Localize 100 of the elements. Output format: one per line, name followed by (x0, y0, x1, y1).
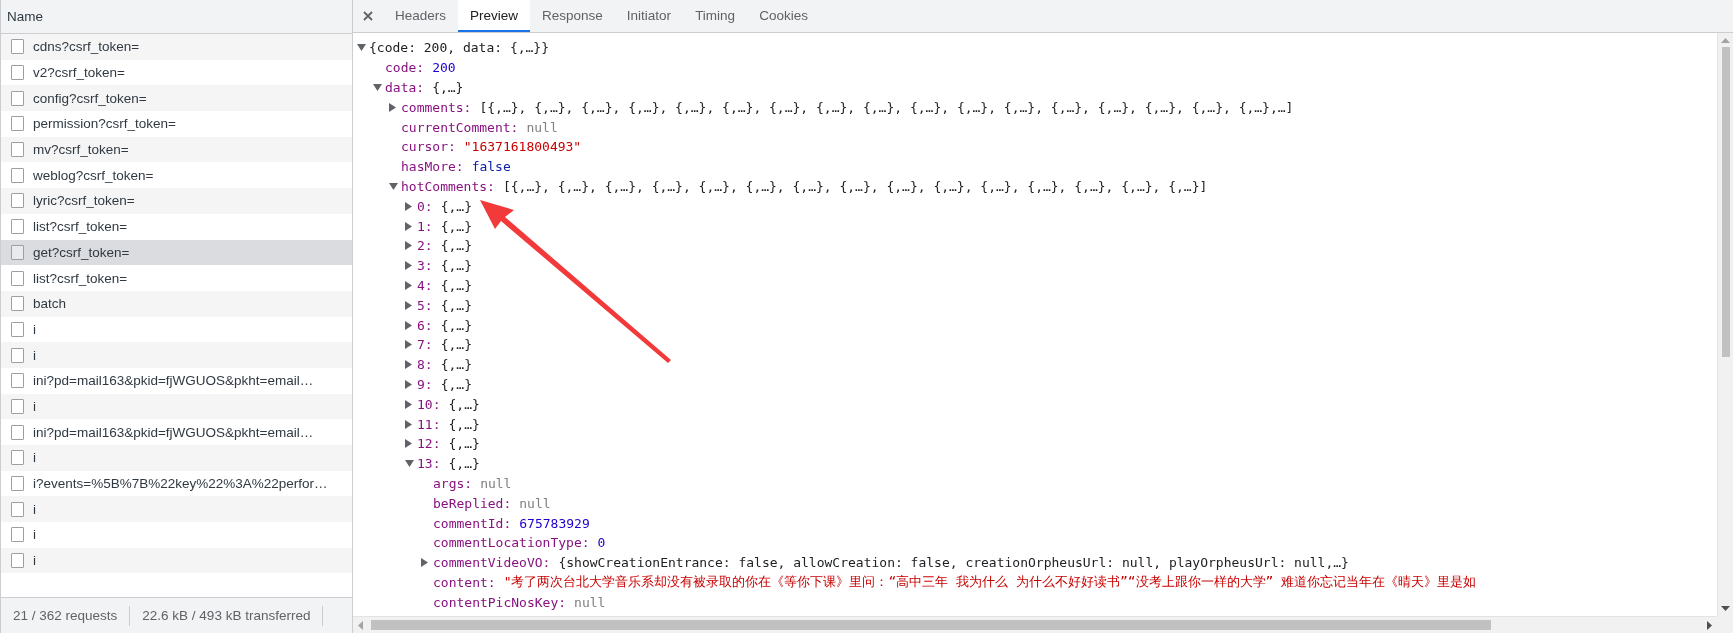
property-key: 1: (417, 218, 433, 234)
request-name: v2?csrf_token= (33, 65, 125, 81)
property-value: {,…} (448, 416, 480, 432)
request-name: i?events=%5B%7B%22key%22%3A%22perfor… (33, 476, 328, 492)
property-value: {,…} (440, 357, 472, 373)
request-row[interactable]: cdns?csrf_token= (1, 34, 352, 60)
property-value: {,…} (440, 277, 472, 293)
request-name: list?csrf_token= (33, 270, 128, 286)
square-icon (11, 39, 24, 55)
scroll-down-arrow-icon[interactable] (1721, 606, 1730, 611)
request-row[interactable]: i (1, 496, 352, 523)
property-key: hasMore: (401, 159, 464, 175)
collapsed-triangle-icon[interactable] (389, 102, 396, 112)
request-name: i (33, 321, 36, 337)
property-value: {,…} (440, 317, 472, 333)
request-row[interactable]: mv?csrf_token= (1, 136, 352, 163)
tab[interactable]: Preview (458, 0, 531, 32)
request-row[interactable]: config?csrf_token= (1, 85, 352, 112)
expanded-triangle-icon[interactable] (373, 84, 382, 91)
request-row[interactable]: lyric?csrf_token= (1, 188, 352, 214)
square-icon (11, 527, 24, 543)
property-value: [{,…}, {,…}, {,…}, {,…}, {,…}, {,…}, {,…}, {,…}, {,…}, {,…}, {,…}, {,…}, {,…}, {,…}, {,…}] (502, 178, 1208, 194)
property-key: 9: (417, 376, 433, 392)
square-icon (11, 347, 24, 363)
request-row[interactable]: i (1, 393, 352, 420)
close-icon[interactable] (363, 11, 373, 21)
property-value: null (519, 495, 551, 511)
expanded-triangle-icon[interactable] (389, 182, 398, 190)
request-row[interactable]: get?csrf_token= (1, 239, 352, 266)
square-icon (11, 296, 24, 312)
property-key: 11: (417, 416, 441, 432)
scrollbar-thumb[interactable] (371, 620, 1491, 630)
column-header[interactable]: Name (1, 0, 352, 34)
tab[interactable]: Timing (683, 0, 748, 32)
property-key: 5: (417, 297, 433, 313)
property-key: 10: (417, 396, 441, 412)
property-key: contentPicNosKey: (433, 594, 567, 610)
property-key: commentId: (433, 515, 512, 531)
square-icon (11, 193, 24, 209)
request-name: i (33, 398, 36, 414)
request-name: get?csrf_token= (33, 244, 130, 260)
property-value: false (471, 159, 511, 175)
property-key: 8: (417, 357, 433, 373)
tab[interactable]: Cookies (747, 0, 820, 32)
property-key: 2: (417, 238, 433, 254)
square-icon (11, 116, 24, 132)
request-name: mv?csrf_token= (33, 142, 129, 158)
property-key: content: (433, 574, 496, 590)
property-key: 3: (417, 258, 433, 274)
square-icon (11, 142, 24, 158)
tab[interactable]: Response (530, 0, 615, 32)
property-value: {,…} (440, 376, 472, 392)
property-key: 13: (417, 456, 441, 472)
scroll-right-arrow-icon[interactable] (1707, 620, 1712, 630)
request-row[interactable]: batch (1, 290, 352, 317)
tab[interactable]: Headers (383, 0, 459, 32)
property-value: 0 (597, 535, 606, 551)
property-key: code: (385, 60, 425, 76)
expanded-triangle-icon[interactable] (405, 460, 414, 468)
property-key: beReplied: (433, 495, 512, 511)
square-icon (11, 424, 24, 440)
property-key: 7: (417, 337, 433, 353)
request-count: 21 / 362 requests (13, 608, 118, 623)
request-name: ini?pd=mail163&pkid=fjWGUOS&pkht=email… (33, 373, 314, 389)
request-name: list?csrf_token= (33, 219, 128, 235)
request-name: lyric?csrf_token= (33, 193, 135, 209)
property-key: cursor: (401, 139, 456, 155)
property-value: {,…} (440, 337, 472, 353)
request-row[interactable]: i (1, 445, 352, 471)
property-key: hotComments: (401, 178, 495, 194)
vertical-scrollbar[interactable] (1717, 33, 1733, 616)
scrollbar-thumb[interactable] (1721, 47, 1730, 357)
square-icon (11, 90, 24, 106)
request-name: batch (33, 296, 67, 312)
property-key: 6: (417, 317, 433, 333)
property-value: "1637161800493" (463, 139, 582, 155)
property-value: 200 (432, 60, 456, 76)
square-icon (11, 450, 24, 466)
property-value: 675783929 (519, 515, 590, 531)
horizontal-scrollbar[interactable] (353, 616, 1717, 633)
request-name: config?csrf_token= (33, 90, 147, 106)
property-value: {,…} (448, 396, 480, 412)
property-value: {,…} (432, 80, 464, 95)
property-key: currentComment: (401, 119, 519, 135)
request-name: cdns?csrf_token= (33, 39, 140, 55)
square-icon (11, 553, 24, 569)
property-key: data: (385, 80, 425, 95)
property-value: {,…} (440, 297, 472, 313)
request-name: ini?pd=mail163&pkid=fjWGUOS&pkht=email… (33, 424, 314, 440)
request-name: i (33, 501, 36, 517)
property-key: commentLocationType: (433, 535, 590, 551)
request-row[interactable]: i (1, 547, 352, 574)
square-icon (11, 373, 24, 389)
request-row[interactable]: i (1, 342, 352, 368)
tab[interactable]: Initiator (614, 0, 684, 32)
expanded-triangle-icon[interactable] (357, 44, 366, 52)
collapsed-triangle-icon[interactable] (421, 558, 428, 568)
property-value: [{,…}, {,…}, {,…}, {,…}, {,…}, {,…}, {,…}, {,…}, {,…}, {,…}, {,…}, {,…}, {,…}, {,…}, {,…}, {,…}, {,…},…] (479, 99, 1294, 115)
square-icon (11, 321, 24, 337)
transfer-size: 22.6 kB / 493 kB transferred (142, 608, 311, 623)
